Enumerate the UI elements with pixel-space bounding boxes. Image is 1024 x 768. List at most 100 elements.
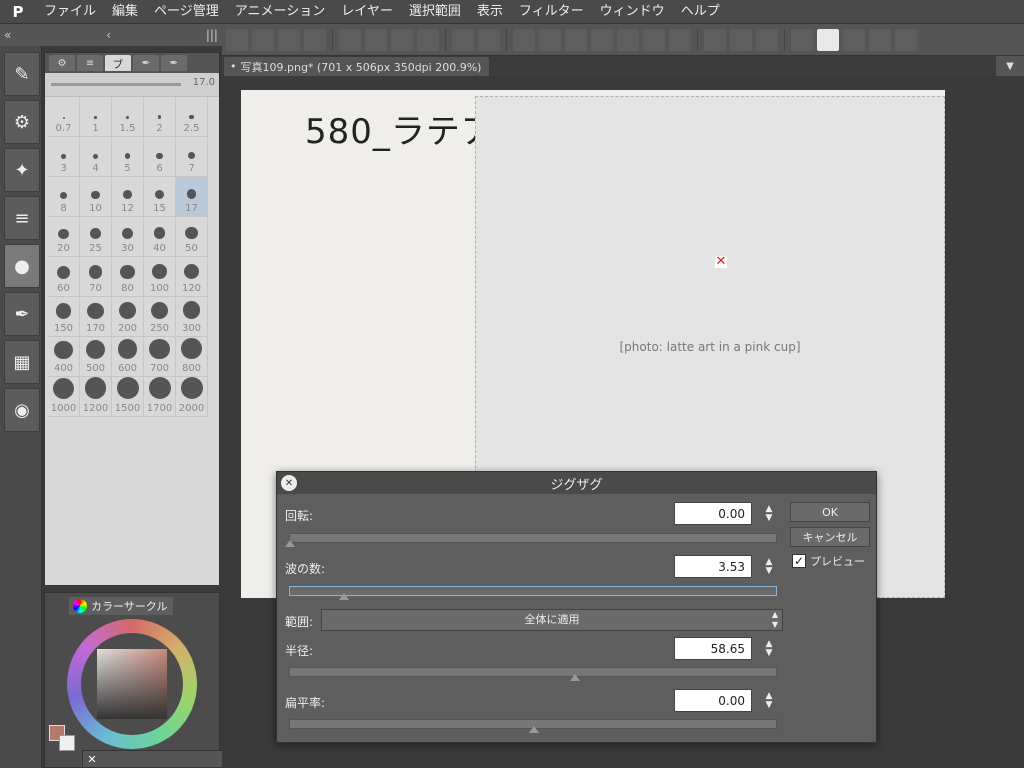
settings-icon[interactable] bbox=[869, 28, 891, 51]
undo-icon[interactable] bbox=[452, 28, 474, 51]
fill-icon[interactable] bbox=[391, 28, 413, 51]
brush-size-cell[interactable]: 2 bbox=[144, 97, 176, 137]
brush-size-cell[interactable]: 1 bbox=[80, 97, 112, 137]
menu-animation[interactable]: アニメーション bbox=[227, 0, 333, 24]
layers-tool-icon[interactable]: ≡ bbox=[4, 196, 40, 240]
brush-size-cell[interactable]: 2000 bbox=[176, 377, 208, 417]
brush-size-cell[interactable]: 0.7 bbox=[48, 97, 80, 137]
panel-grip-icon[interactable]: ||| bbox=[206, 28, 218, 42]
spin2-icon[interactable] bbox=[417, 28, 439, 51]
brush-size-cell[interactable]: 10 bbox=[80, 177, 112, 217]
help-icon[interactable] bbox=[791, 28, 813, 51]
brush-size-cell[interactable]: 7 bbox=[176, 137, 208, 177]
spin-down-icon[interactable]: ▼ bbox=[766, 567, 773, 576]
spin-down-icon[interactable]: ▼ bbox=[766, 514, 773, 523]
brush-size-cell[interactable]: 25 bbox=[80, 217, 112, 257]
preview-checkbox-row[interactable]: ✓ プレビュー bbox=[792, 553, 865, 569]
brush-size-cell[interactable]: 100 bbox=[144, 257, 176, 297]
menu-selection[interactable]: 選択範囲 bbox=[401, 0, 469, 24]
brush-size-cell[interactable]: 700 bbox=[144, 337, 176, 377]
material-tool-icon[interactable]: ▦ bbox=[4, 340, 40, 384]
ruler-icon[interactable] bbox=[843, 28, 865, 51]
menu-window[interactable]: ウィンドウ bbox=[592, 0, 673, 24]
brush-size-cell[interactable]: 500 bbox=[80, 337, 112, 377]
brush-size-cell[interactable]: 60 bbox=[48, 257, 80, 297]
image-icon[interactable] bbox=[252, 28, 274, 51]
color-circle-tab[interactable]: カラーサークル bbox=[69, 597, 174, 615]
rotation-slider-thumb[interactable] bbox=[285, 540, 295, 547]
brush-size-cell[interactable]: 17 bbox=[176, 177, 208, 217]
snap-icon[interactable] bbox=[817, 28, 839, 51]
transform-icon[interactable] bbox=[513, 28, 535, 51]
brush-icon[interactable] bbox=[565, 28, 587, 51]
preview-checkbox[interactable]: ✓ bbox=[792, 554, 806, 568]
zigzag-center-marker[interactable]: ✕ bbox=[715, 255, 727, 268]
brush-size-cell[interactable]: 50 bbox=[176, 217, 208, 257]
brush-size-cell[interactable]: 1200 bbox=[80, 377, 112, 417]
menu-filter[interactable]: フィルター bbox=[511, 0, 592, 24]
brush-size-cell[interactable]: 250 bbox=[144, 297, 176, 337]
document-menu-button[interactable]: ▼ bbox=[996, 56, 1024, 76]
brush-size-cell[interactable]: 8 bbox=[48, 177, 80, 217]
spin-down-icon[interactable]: ▼ bbox=[766, 701, 773, 710]
grid-icon[interactable] bbox=[226, 28, 248, 51]
waves-slider-thumb[interactable] bbox=[338, 593, 349, 600]
dialog-titlebar[interactable]: ✕ ジグザグ bbox=[277, 472, 876, 494]
brush-size-cell[interactable]: 5 bbox=[112, 137, 144, 177]
brush-size-cell[interactable]: 1500 bbox=[112, 377, 144, 417]
spin-down-icon[interactable]: ▼ bbox=[766, 649, 773, 658]
pen-tool-icon[interactable]: ✎ bbox=[4, 52, 40, 96]
copy-icon[interactable] bbox=[339, 28, 361, 51]
brush-size-cell[interactable]: 4 bbox=[80, 137, 112, 177]
brush-size-cell[interactable]: 170 bbox=[80, 297, 112, 337]
toolbar-menu-icon[interactable] bbox=[895, 28, 917, 51]
brush-size-cell[interactable]: 15 bbox=[144, 177, 176, 217]
deselect-icon[interactable] bbox=[643, 28, 665, 51]
radius-input[interactable]: 58.65 bbox=[674, 637, 752, 660]
cancel-button[interactable]: キャンセル bbox=[790, 527, 870, 547]
brush-size-cell[interactable]: 150 bbox=[48, 297, 80, 337]
brush-size-cell[interactable]: 30 bbox=[112, 217, 144, 257]
brush-size-cell[interactable]: 1.5 bbox=[112, 97, 144, 137]
document-tab[interactable]: • 写真109.png* (701 x 506px 350dpi 200.9%) bbox=[224, 57, 490, 76]
brush-size-cell[interactable]: 300 bbox=[176, 297, 208, 337]
paste-icon[interactable] bbox=[365, 28, 387, 51]
brush-size-cell[interactable]: 1700 bbox=[144, 377, 176, 417]
flatten-input[interactable]: 0.00 bbox=[674, 689, 752, 712]
spin-icon[interactable] bbox=[278, 28, 300, 51]
menu-page[interactable]: ページ管理 bbox=[146, 0, 227, 24]
subtool-tab-pen2[interactable]: ✒ bbox=[161, 55, 187, 71]
subtool-tab-brush[interactable]: ブ bbox=[105, 55, 131, 71]
nib-tool-icon[interactable]: ✒ bbox=[4, 292, 40, 336]
brush-size-track[interactable] bbox=[51, 83, 181, 86]
rotation-stepper[interactable]: ▲ ▼ bbox=[762, 503, 776, 525]
radius-stepper[interactable]: ▲ ▼ bbox=[762, 638, 776, 660]
ok-button[interactable]: OK bbox=[790, 502, 870, 522]
brush-size-cell[interactable]: 40 bbox=[144, 217, 176, 257]
dialog-close-icon[interactable]: ✕ bbox=[281, 475, 297, 491]
redo-icon[interactable] bbox=[478, 28, 500, 51]
collapse-subtool-icon[interactable]: ‹ bbox=[106, 28, 111, 42]
brush-size-cell[interactable]: 200 bbox=[112, 297, 144, 337]
brush-size-cell[interactable]: 3 bbox=[48, 137, 80, 177]
settings-tool-icon[interactable]: ⚙ bbox=[4, 100, 40, 144]
crop-icon[interactable] bbox=[591, 28, 613, 51]
brush-size-cell[interactable]: 1000 bbox=[48, 377, 80, 417]
brush-size-cell[interactable]: 70 bbox=[80, 257, 112, 297]
radius-slider-thumb[interactable] bbox=[570, 674, 581, 681]
subtool-detail-close-icon[interactable]: ✕ bbox=[83, 750, 101, 768]
menu-view[interactable]: 表示 bbox=[469, 0, 511, 24]
arrow-down-icon[interactable] bbox=[704, 28, 726, 51]
brush-size-cell[interactable]: 6 bbox=[144, 137, 176, 177]
subtool-tab-settings[interactable]: ⚙ bbox=[49, 55, 75, 71]
flatten-slider[interactable] bbox=[289, 719, 777, 733]
brush-size-cell[interactable]: 12 bbox=[112, 177, 144, 217]
brush-size-cell[interactable]: 2.5 bbox=[176, 97, 208, 137]
waves-input[interactable]: 3.53 bbox=[674, 555, 752, 578]
brush-size-cell[interactable]: 120 bbox=[176, 257, 208, 297]
flatten-stepper[interactable]: ▲ ▼ bbox=[762, 690, 776, 712]
brush-size-tool-icon[interactable]: ● bbox=[4, 244, 40, 288]
rotation-slider[interactable] bbox=[285, 533, 777, 547]
menu-layer[interactable]: レイヤー bbox=[333, 0, 401, 24]
menu-edit[interactable]: 編集 bbox=[104, 0, 146, 24]
